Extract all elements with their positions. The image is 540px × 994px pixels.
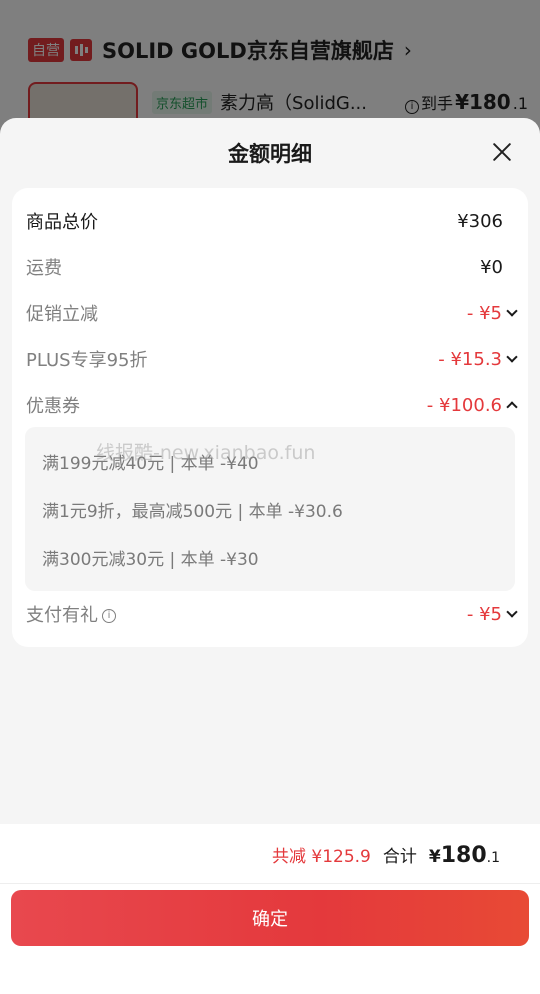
coupon-value[interactable]: - ¥100.6 [427, 395, 518, 416]
coupon-item: 满1元9折，最高减500元 | 本单 -¥30.6 [42, 502, 343, 522]
chevron-down-icon[interactable] [506, 305, 518, 317]
row-total-price: 商品总价 ¥306 [26, 206, 516, 236]
close-icon[interactable] [490, 140, 514, 164]
sheet-footer: 共减 ¥125.9 合计 ¥180.1 确定 [0, 824, 540, 994]
chevron-down-icon[interactable] [506, 351, 518, 363]
total-label: 合计 [382, 847, 417, 867]
shipping-value: ¥0 [480, 256, 503, 278]
chevron-down-icon[interactable] [506, 606, 518, 618]
total-price-value: ¥306 [457, 210, 503, 232]
total-summary: 共减 ¥125.9 合计 ¥180.1 [272, 842, 500, 868]
coupon-item: 满300元减30元 | 本单 -¥30 [42, 550, 259, 570]
total-price-label: 商品总价 [26, 212, 98, 233]
divider [0, 883, 540, 884]
amount-card: 商品总价 ¥306 运费 ¥0 促销立减 - ¥5 PLUS专享95折 - ¥1… [12, 188, 528, 647]
payment-gift-label: 支付有礼 i [26, 601, 116, 627]
coupon-item: 满199元减40元 | 本单 -¥40 [42, 454, 259, 474]
row-coupon[interactable]: 优惠券 - ¥100.6 [26, 390, 518, 420]
chevron-up-icon[interactable] [506, 401, 518, 413]
coupon-list: 满199元减40元 | 本单 -¥40 满1元9折，最高减500元 | 本单 -… [25, 427, 515, 591]
total-saved: 共减 ¥125.9 [271, 847, 371, 867]
plus-discount-value[interactable]: - ¥15.3 [438, 349, 518, 370]
row-shipping: 运费 ¥0 [26, 252, 516, 282]
info-icon[interactable]: i [102, 609, 116, 623]
shipping-label: 运费 [26, 258, 62, 279]
coupon-label: 优惠券 [26, 396, 80, 417]
row-payment-gift[interactable]: 支付有礼 i - ¥5 [26, 599, 518, 629]
confirm-button[interactable]: 确定 [11, 890, 529, 946]
payment-gift-value[interactable]: - ¥5 [467, 604, 518, 625]
plus-discount-label: PLUS专享95折 [26, 350, 148, 371]
amount-detail-sheet: 金额明细 商品总价 ¥306 运费 ¥0 促销立减 - ¥5 PLUS专享95折… [0, 118, 540, 994]
promotion-value[interactable]: - ¥5 [467, 303, 518, 324]
sheet-title: 金额明细 [228, 142, 312, 166]
promotion-label: 促销立减 [26, 304, 98, 325]
total-amount: ¥180.1 [428, 843, 500, 868]
row-promotion[interactable]: 促销立减 - ¥5 [26, 298, 518, 328]
row-plus-discount[interactable]: PLUS专享95折 - ¥15.3 [26, 344, 518, 374]
